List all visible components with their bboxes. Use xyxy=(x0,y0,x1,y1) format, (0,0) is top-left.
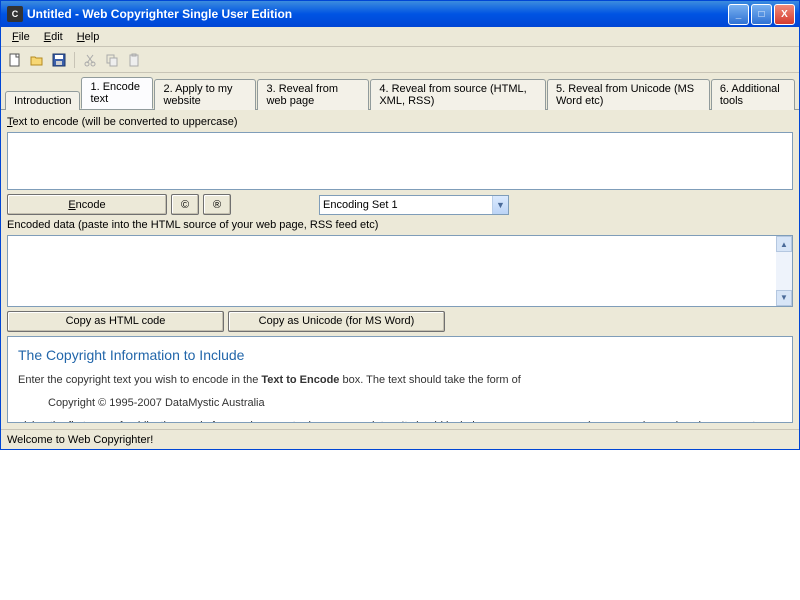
new-icon[interactable] xyxy=(5,50,25,70)
window-title: Untitled - Web Copyrighter Single User E… xyxy=(27,7,292,21)
tabbar: Introduction 1. Encode text 2. Apply to … xyxy=(1,73,799,109)
info-paragraph-1: Enter the copyright text you wish to enc… xyxy=(18,374,782,386)
tab-content: Text to encode (will be converted to upp… xyxy=(1,109,799,429)
copyright-symbol-button[interactable]: © xyxy=(171,194,199,215)
menu-file-rest: ile xyxy=(19,31,30,43)
toolbar xyxy=(1,47,799,73)
copy-as-html-button[interactable]: Copy as HTML code xyxy=(7,311,224,332)
copy-as-unicode-button[interactable]: Copy as Unicode (for MS Word) xyxy=(228,311,445,332)
app-icon: C xyxy=(7,6,23,22)
info-pane[interactable]: The Copyright Information to Include Ent… xyxy=(7,336,793,424)
app-window: C Untitled - Web Copyrighter Single User… xyxy=(0,0,800,450)
menu-file[interactable]: File xyxy=(5,29,37,45)
info-example: Copyright © 1995-2007 DataMystic Austral… xyxy=(48,397,782,409)
encode-button[interactable]: Encode xyxy=(7,194,167,215)
titlebar: C Untitled - Web Copyrighter Single User… xyxy=(1,1,799,27)
tab-reveal-source[interactable]: 4. Reveal from source (HTML, XML, RSS) xyxy=(370,79,546,110)
tab-additional-tools[interactable]: 6. Additional tools xyxy=(711,79,795,110)
close-button[interactable]: X xyxy=(774,4,795,25)
encoded-data-output[interactable] xyxy=(8,236,776,306)
menu-help[interactable]: Help xyxy=(70,29,107,45)
encoded-data-output-wrap: ▲ ▼ xyxy=(7,235,793,307)
tab-reveal-web-page[interactable]: 3. Reveal from web page xyxy=(257,79,369,110)
statusbar: Welcome to Web Copyrighter! xyxy=(1,429,799,449)
text-to-encode-label: Text to encode (will be converted to upp… xyxy=(7,116,793,128)
scrollbar[interactable]: ▲ ▼ xyxy=(776,236,792,306)
encoding-set-select[interactable]: Encoding Set 1 ▼ xyxy=(319,195,509,215)
info-heading: The Copyright Information to Include xyxy=(18,347,782,363)
menu-edit[interactable]: Edit xyxy=(37,29,70,45)
tab-reveal-unicode[interactable]: 5. Reveal from Unicode (MS Word etc) xyxy=(547,79,710,110)
save-icon[interactable] xyxy=(49,50,69,70)
chevron-down-icon: ▼ xyxy=(492,196,508,214)
toolbar-separator xyxy=(74,52,75,68)
open-icon[interactable] xyxy=(27,50,47,70)
encoding-set-value: Encoding Set 1 xyxy=(323,199,398,211)
menubar: File Edit Help xyxy=(1,27,799,47)
tab-introduction[interactable]: Introduction xyxy=(5,91,80,110)
status-text: Welcome to Web Copyrighter! xyxy=(7,434,153,446)
minimize-button[interactable]: _ xyxy=(728,4,749,25)
copy-icon xyxy=(102,50,122,70)
cut-icon xyxy=(80,50,100,70)
scroll-up-icon[interactable]: ▲ xyxy=(776,236,792,252)
text-to-encode-input[interactable] xyxy=(7,132,793,190)
registered-symbol-button[interactable]: ® xyxy=(203,194,231,215)
tab-apply-website[interactable]: 2. Apply to my website xyxy=(154,79,256,110)
tab-encode-text[interactable]: 1. Encode text xyxy=(81,77,153,109)
paste-icon xyxy=(124,50,144,70)
info-paragraph-2: giving the first year of publication, an… xyxy=(18,420,782,424)
encoded-data-label: Encoded data (paste into the HTML source… xyxy=(7,219,793,231)
maximize-button[interactable]: □ xyxy=(751,4,772,25)
scroll-down-icon[interactable]: ▼ xyxy=(776,290,792,306)
